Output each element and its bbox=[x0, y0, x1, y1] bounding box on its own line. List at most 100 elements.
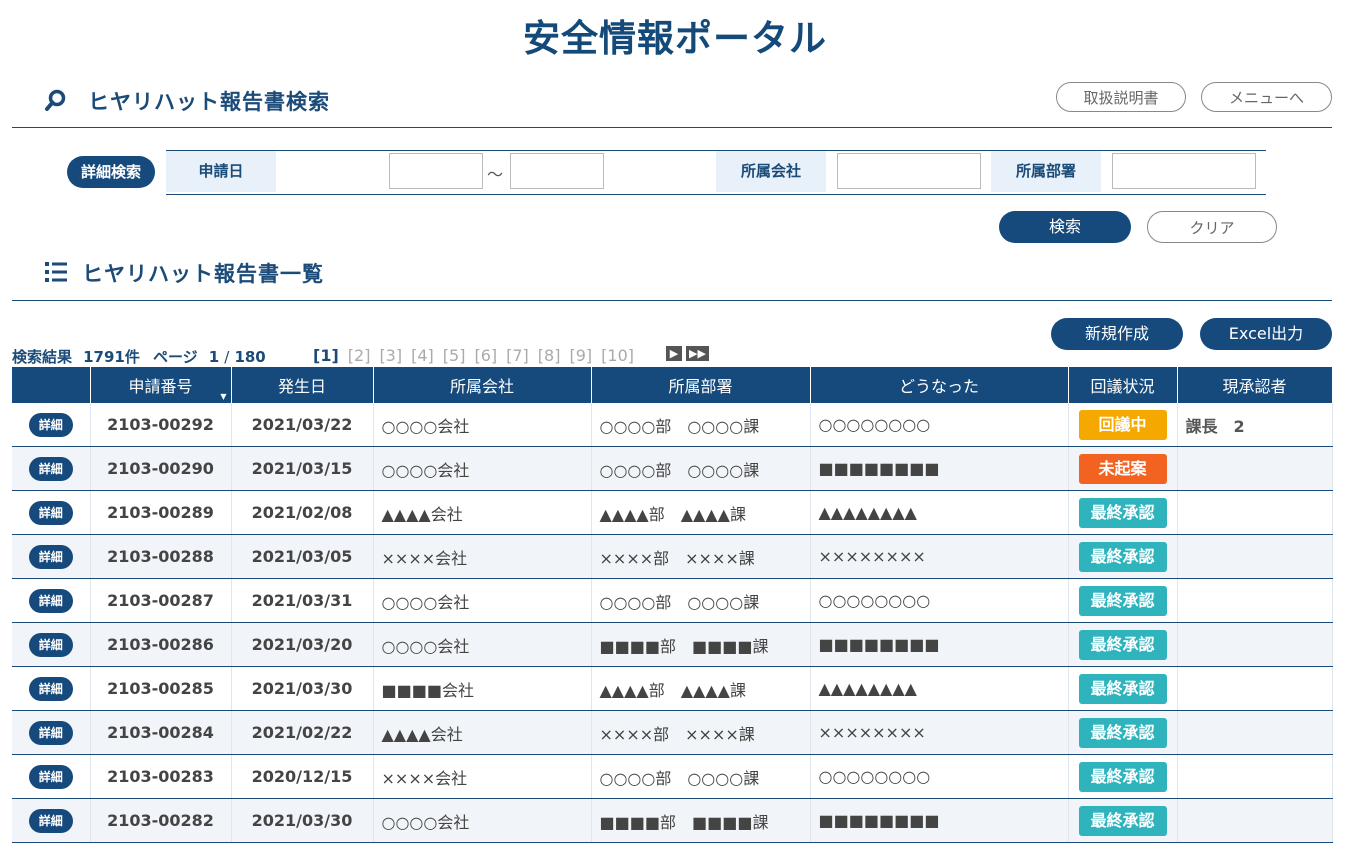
approver-cell bbox=[1177, 710, 1333, 755]
result-cell: ×××××××× bbox=[810, 710, 1069, 755]
company-input[interactable] bbox=[837, 153, 981, 189]
company-cell: ○○○○会社 bbox=[373, 446, 592, 491]
detail-button[interactable]: 詳細 bbox=[28, 676, 73, 701]
status-cell: 回議中 bbox=[1068, 403, 1178, 447]
page-link[interactable]: [9] bbox=[569, 346, 592, 365]
table-row: 詳細 2103-00282 2021/03/30 ○○○○会社 ■■■■部 ■■■■課 ■… bbox=[12, 798, 1333, 843]
search-button[interactable]: 検索 bbox=[999, 211, 1131, 243]
company-cell: ○○○○会社 bbox=[373, 578, 592, 623]
detail-button[interactable]: 詳細 bbox=[28, 544, 73, 569]
detail-button[interactable]: 詳細 bbox=[28, 500, 73, 525]
page-link[interactable]: [10] bbox=[601, 346, 634, 365]
status-badge: 最終承認 bbox=[1078, 585, 1167, 616]
column-header[interactable]: 申請番号 ▼ bbox=[90, 367, 232, 403]
dept-cell: ××××部 ××××課 bbox=[591, 710, 811, 755]
column-header: どうなった bbox=[810, 367, 1069, 403]
approver-cell bbox=[1177, 534, 1333, 579]
page-link[interactable]: [2] bbox=[348, 346, 371, 365]
detail-cell: 詳細 bbox=[12, 578, 91, 623]
date-to-input[interactable] bbox=[510, 153, 604, 189]
dept-cell: ○○○○部 ○○○○課 bbox=[591, 754, 811, 799]
occurrence-date: 2021/03/20 bbox=[231, 622, 374, 667]
detail-button[interactable]: 詳細 bbox=[28, 808, 73, 833]
column-header: 発生日 bbox=[231, 367, 374, 403]
clear-button[interactable]: クリア bbox=[1147, 211, 1277, 243]
detail-button[interactable]: 詳細 bbox=[28, 632, 73, 657]
page-link[interactable]: [7] bbox=[506, 346, 529, 365]
status-badge: 最終承認 bbox=[1078, 541, 1167, 572]
dept-input[interactable] bbox=[1112, 153, 1256, 189]
search-section-title: ヒヤリハット報告書検索 bbox=[88, 90, 330, 114]
detail-cell: 詳細 bbox=[12, 534, 91, 579]
result-cell: ▲▲▲▲▲▲▲▲ bbox=[810, 490, 1069, 535]
dept-cell: ○○○○部 ○○○○課 bbox=[591, 578, 811, 623]
result-summary: 検索結果 1791件 ページ 1 / 180 bbox=[12, 346, 266, 367]
page-separator: / bbox=[224, 348, 230, 366]
new-report-button[interactable]: 新規作成 bbox=[1051, 318, 1183, 350]
manual-button[interactable]: 取扱説明書 bbox=[1056, 82, 1186, 112]
page-link[interactable]: [6] bbox=[474, 346, 497, 365]
status-badge: 最終承認 bbox=[1078, 805, 1167, 836]
detail-cell: 詳細 bbox=[12, 403, 91, 447]
excel-export-button[interactable]: Excel出力 bbox=[1200, 318, 1332, 350]
status-cell: 最終承認 bbox=[1068, 710, 1178, 755]
page-link[interactable]: [4] bbox=[411, 346, 434, 365]
pagination: [1] [2] [3] [4] [5] [6] [7] [8] [9] [10] bbox=[313, 346, 643, 365]
list-section-title: ヒヤリハット報告書一覧 bbox=[82, 262, 324, 286]
status-cell: 最終承認 bbox=[1068, 534, 1178, 579]
application-number: 2103-00286 bbox=[90, 622, 232, 667]
last-page-icon[interactable]: ▶▶ bbox=[686, 346, 709, 361]
status-badge: 最終承認 bbox=[1078, 673, 1167, 704]
detail-button[interactable]: 詳細 bbox=[28, 456, 73, 481]
occurrence-date: 2020/12/15 bbox=[231, 754, 374, 799]
approver-cell bbox=[1177, 754, 1333, 799]
detail-cell: 詳細 bbox=[12, 798, 91, 843]
detail-cell: 詳細 bbox=[12, 622, 91, 667]
application-number: 2103-00283 bbox=[90, 754, 232, 799]
column-header: 回議状況 bbox=[1068, 367, 1178, 403]
page-link[interactable]: [1] bbox=[313, 346, 339, 365]
table-row: 詳細 2103-00290 2021/03/15 ○○○○会社 ○○○○部 ○○○○課 ■… bbox=[12, 446, 1333, 491]
status-badge: 未起案 bbox=[1078, 453, 1167, 484]
application-number: 2103-00290 bbox=[90, 446, 232, 491]
divider bbox=[12, 300, 1332, 301]
detail-cell: 詳細 bbox=[12, 710, 91, 755]
occurrence-date: 2021/03/15 bbox=[231, 446, 374, 491]
page-label: ページ bbox=[152, 348, 198, 366]
dept-cell: ■■■■部 ■■■■課 bbox=[591, 798, 811, 843]
sort-desc-icon[interactable]: ▼ bbox=[220, 392, 226, 401]
application-number: 2103-00282 bbox=[90, 798, 232, 843]
menu-button[interactable]: メニューへ bbox=[1201, 82, 1332, 112]
dept-cell: ▲▲▲▲部 ▲▲▲▲課 bbox=[591, 490, 811, 535]
result-cell: ×××××××× bbox=[810, 534, 1069, 579]
approver-cell bbox=[1177, 622, 1333, 667]
detail-button[interactable]: 詳細 bbox=[28, 764, 73, 789]
approver-cell: 課長 2 bbox=[1177, 403, 1333, 447]
detail-cell: 詳細 bbox=[12, 666, 91, 711]
detail-button[interactable]: 詳細 bbox=[28, 412, 73, 437]
status-badge: 最終承認 bbox=[1078, 497, 1167, 528]
page-link[interactable]: [8] bbox=[538, 346, 561, 365]
result-cell: ▲▲▲▲▲▲▲▲ bbox=[810, 666, 1069, 711]
dept-cell: ××××部 ××××課 bbox=[591, 534, 811, 579]
divider bbox=[12, 127, 1332, 128]
detail-search-badge: 詳細検索 bbox=[67, 156, 155, 188]
detail-button[interactable]: 詳細 bbox=[28, 588, 73, 613]
result-cell: ○○○○○○○○ bbox=[810, 578, 1069, 623]
company-label: 所属会社 bbox=[716, 151, 826, 192]
page-title: 安全情報ポータル bbox=[523, 17, 827, 60]
status-badge: 最終承認 bbox=[1078, 629, 1167, 660]
page-link[interactable]: [5] bbox=[443, 346, 466, 365]
company-cell: ××××会社 bbox=[373, 534, 592, 579]
company-cell: ○○○○会社 bbox=[373, 403, 592, 447]
page-link[interactable]: [3] bbox=[379, 346, 402, 365]
occurrence-date: 2021/03/30 bbox=[231, 666, 374, 711]
status-cell: 最終承認 bbox=[1068, 754, 1178, 799]
detail-button[interactable]: 詳細 bbox=[28, 720, 73, 745]
status-badge: 回議中 bbox=[1078, 409, 1167, 440]
status-cell: 未起案 bbox=[1068, 446, 1178, 491]
next-page-icon[interactable]: ▶ bbox=[666, 346, 682, 361]
result-cell: ■■■■■■■■ bbox=[810, 798, 1069, 843]
application-number: 2103-00292 bbox=[90, 403, 232, 447]
date-from-input[interactable] bbox=[389, 153, 483, 189]
